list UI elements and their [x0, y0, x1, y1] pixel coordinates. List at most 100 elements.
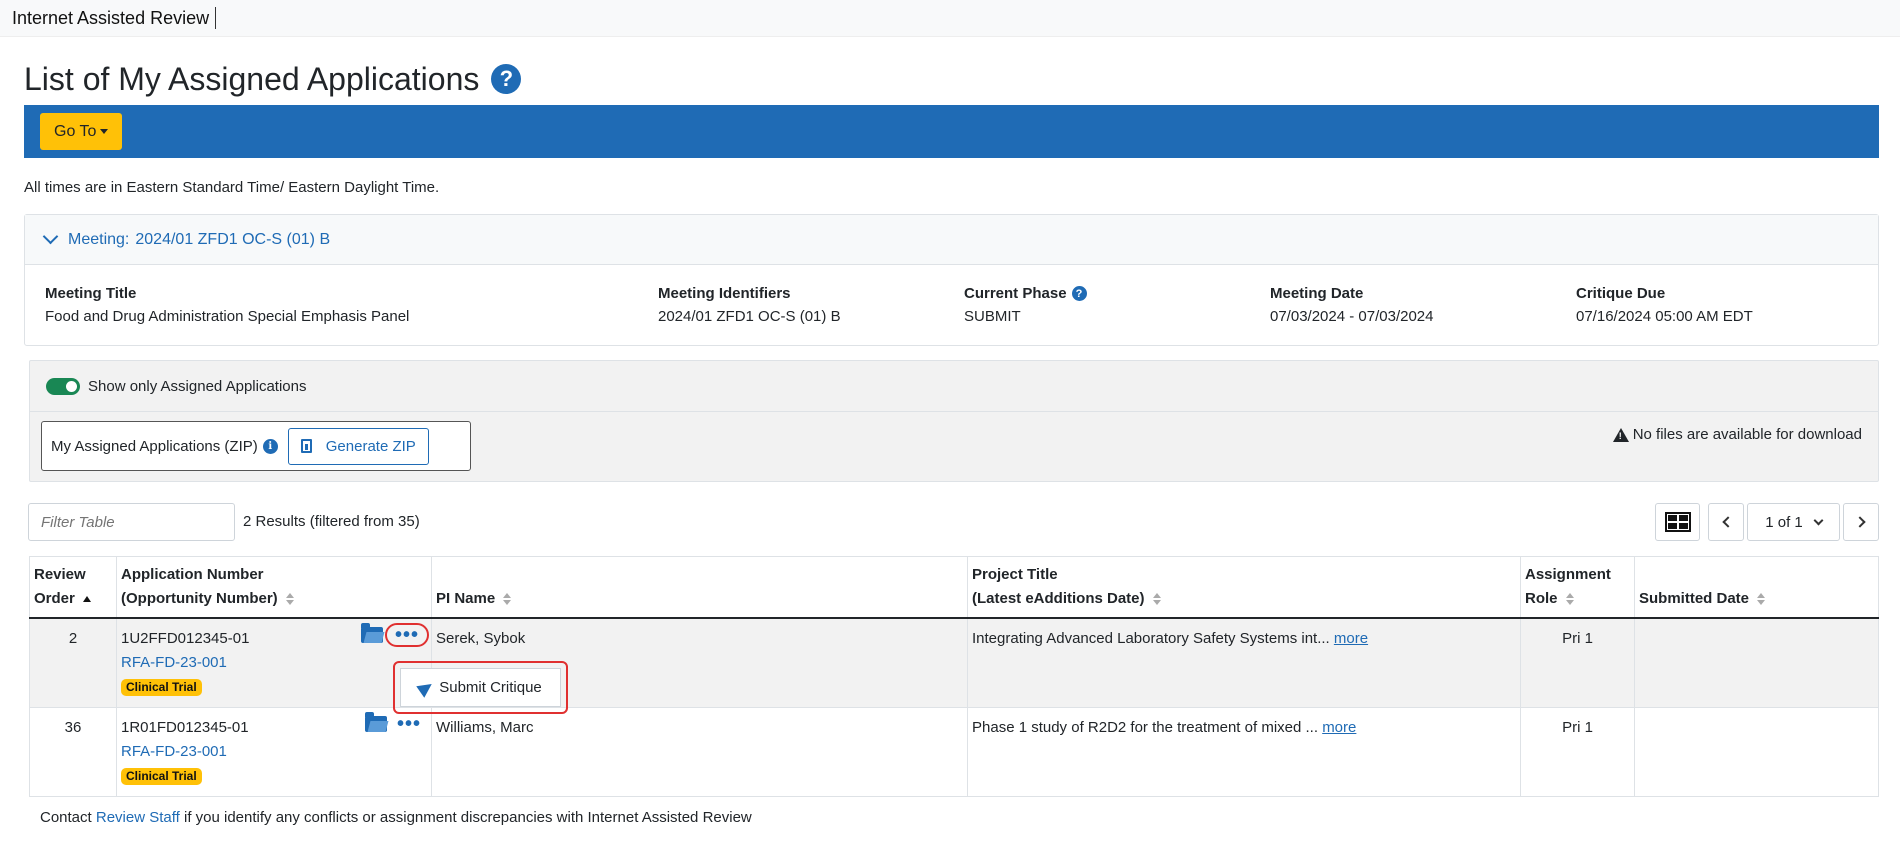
project-title-text: Phase 1 study of R2D2 for the treatment … — [972, 719, 1319, 736]
more-actions-icon[interactable]: ••• — [397, 714, 421, 734]
meeting-header-value: 2024/01 ZFD1 OC-S (01) B — [135, 230, 331, 248]
sort-icon — [1757, 593, 1766, 606]
header-text: PI Name — [436, 590, 496, 607]
footer-suffix: if you identify any conflicts or assignm… — [183, 809, 752, 826]
submitted-date-cell — [1634, 617, 1879, 708]
col-header-project-title[interactable]: Project Title (Latest eAdditions Date) — [967, 556, 1521, 619]
chevron-left-icon — [1721, 516, 1734, 528]
meeting-title-value: Food and Drug Administration Special Emp… — [45, 308, 410, 325]
opportunity-link[interactable]: RFA-FD-23-001 — [121, 651, 427, 675]
current-phase-col: Current Phase ? SUBMIT — [964, 285, 1087, 325]
meeting-date-col: Meeting Date 07/03/2024 - 07/03/2024 — [1270, 285, 1433, 325]
application-number-cell: 1R01FD012345-01 RFA-FD-23-001 Clinical T… — [116, 707, 432, 797]
header-text: Project Title — [972, 566, 1058, 583]
meeting-accordion-header[interactable]: Meeting: 2024/01 ZFD1 OC-S (01) B — [25, 215, 1878, 265]
folder-open-icon[interactable] — [360, 623, 383, 643]
opportunity-link[interactable]: RFA-FD-23-001 — [121, 740, 427, 764]
critique-due-label: Critique Due — [1576, 285, 1666, 302]
zip-label: My Assigned Applications (ZIP) — [51, 437, 258, 455]
review-staff-link[interactable]: Review Staff — [96, 809, 180, 826]
col-header-assignment-role[interactable]: Assignment Role — [1520, 556, 1635, 619]
project-title-cell: Phase 1 study of R2D2 for the treatment … — [967, 707, 1521, 797]
more-actions-icon[interactable]: ••• — [384, 623, 429, 647]
more-link[interactable]: more — [1334, 630, 1368, 647]
submit-critique-menu-item[interactable]: Submit Critique — [400, 668, 561, 707]
project-title-cell: Integrating Advanced Laboratory Safety S… — [967, 617, 1521, 708]
footer-note: Contact Review Staff if you identify any… — [40, 809, 752, 826]
text-cursor — [215, 7, 217, 29]
submitted-date-cell — [1634, 707, 1879, 797]
no-files-message: ! No files are available for download — [1612, 426, 1862, 443]
info-icon[interactable]: i — [262, 438, 278, 454]
submit-critique-label: Submit Critique — [439, 679, 542, 696]
app-header: Internet Assisted Review — [0, 0, 1900, 37]
goto-label: Go To — [54, 122, 97, 140]
next-page-button[interactable] — [1843, 503, 1879, 541]
assignment-role-cell: Pri 1 — [1520, 617, 1635, 708]
col-header-submitted-date[interactable]: Submitted Date — [1634, 556, 1879, 619]
help-icon[interactable]: ? — [491, 64, 522, 94]
footer-prefix: Contact — [40, 809, 92, 826]
meeting-identifiers-label: Meeting Identifiers — [658, 285, 791, 302]
critique-due-value: 07/16/2024 05:00 AM EDT — [1576, 308, 1753, 325]
generate-zip-label: Generate ZIP — [325, 437, 416, 455]
page-indicator: 1 of 1 — [1765, 513, 1803, 531]
sort-icon — [1152, 593, 1161, 606]
sort-icon — [503, 593, 512, 606]
assignment-role-cell: Pri 1 — [1520, 707, 1635, 797]
assigned-only-label: Show only Assigned Applications — [88, 377, 307, 395]
col-header-review-order[interactable]: Review Order — [29, 556, 117, 619]
folder-open-icon[interactable] — [364, 712, 387, 732]
row-actions: ••• — [364, 712, 421, 734]
header-text: Application Number — [121, 566, 264, 583]
no-files-text: No files are available for download — [1632, 426, 1862, 443]
sort-icon — [285, 593, 294, 606]
phase-help-icon[interactable]: ? — [1071, 286, 1087, 301]
clinical-trial-badge: Clinical Trial — [121, 679, 202, 696]
assigned-only-toggle[interactable] — [46, 377, 80, 395]
chevron-down-icon — [42, 228, 59, 245]
zip-box: My Assigned Applications (ZIP) i Generat… — [41, 421, 471, 471]
page-title: List of My Assigned Applications — [24, 60, 480, 97]
goto-dropdown-button[interactable]: Go To — [40, 113, 123, 150]
header-text: Submitted Date — [1639, 590, 1750, 607]
col-header-application-number[interactable]: Application Number (Opportunity Number) — [116, 556, 432, 619]
header-text: Order — [34, 590, 75, 607]
more-link[interactable]: more — [1322, 719, 1356, 736]
meeting-date-label: Meeting Date — [1270, 285, 1364, 302]
header-text: (Opportunity Number) — [121, 590, 278, 607]
current-phase-value: SUBMIT — [964, 308, 1021, 325]
page-title-row: List of My Assigned Applications ? — [24, 59, 1879, 99]
meeting-title-col: Meeting Title Food and Drug Administrati… — [45, 285, 409, 325]
header-text: (Latest eAdditions Date) — [972, 590, 1145, 607]
warning-icon: ! — [1612, 427, 1629, 442]
sort-ascending-icon — [82, 596, 91, 603]
table-view-toggle-button[interactable] — [1655, 503, 1700, 541]
clinical-trial-badge: Clinical Trial — [121, 768, 202, 785]
meeting-identifiers-value: 2024/01 ZFD1 OC-S (01) B — [658, 308, 841, 325]
table-row: 2 1U2FFD012345-01 RFA-FD-23-001 Clinical… — [29, 617, 1879, 708]
meeting-details: Meeting Title Food and Drug Administrati… — [25, 265, 1878, 345]
current-phase-label-row: Current Phase ? — [964, 285, 1087, 302]
generate-zip-button[interactable]: Generate ZIP — [287, 427, 429, 465]
main-content: List of My Assigned Applications ? Go To… — [24, 37, 1879, 797]
header-text: Assignment — [1525, 566, 1611, 583]
chevron-down-icon — [1813, 515, 1824, 525]
prev-page-button[interactable] — [1708, 503, 1744, 541]
chevron-right-icon — [1853, 516, 1866, 528]
filter-panel: Show only Assigned Applications My Assig… — [29, 360, 1879, 482]
current-phase-label: Current Phase — [964, 285, 1067, 302]
col-header-pi-name[interactable]: PI Name — [431, 556, 968, 619]
meeting-identifiers-col: Meeting Identifiers 2024/01 ZFD1 OC-S (0… — [658, 285, 841, 325]
page-select[interactable]: 1 of 1 — [1747, 503, 1840, 541]
table-header-row: Review Order Application Number (Opportu… — [29, 556, 1879, 619]
review-order-cell: 36 — [29, 707, 117, 797]
meeting-title-label: Meeting Title — [45, 285, 137, 302]
header-text: Role — [1525, 590, 1558, 607]
filter-table-input[interactable] — [28, 503, 235, 541]
meeting-date-value: 07/03/2024 - 07/03/2024 — [1270, 308, 1434, 325]
application-number-cell: 1U2FFD012345-01 RFA-FD-23-001 Clinical T… — [116, 617, 432, 708]
grid-view-icon — [1664, 512, 1691, 532]
review-order-cell: 2 — [29, 617, 117, 708]
assigned-toggle-row: Show only Assigned Applications — [30, 361, 1878, 412]
